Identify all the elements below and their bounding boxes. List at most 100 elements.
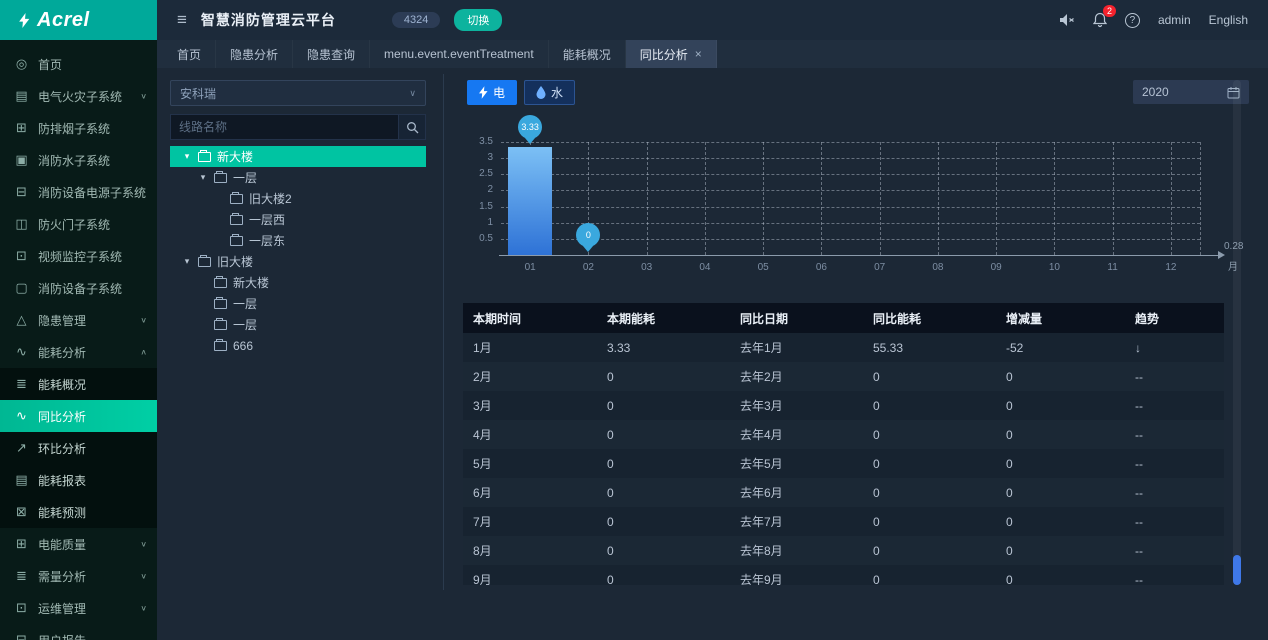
tab-item[interactable]: 隐患查询 [293,40,370,68]
sidebar-item[interactable]: ≣需量分析∨ [0,560,157,592]
search-button[interactable] [398,114,426,140]
y-axis-label: 2.5 [455,168,493,179]
volume-mute-icon[interactable] [1059,13,1075,27]
tab-item[interactable]: 首页 [163,40,216,68]
project-count-badge: 4324 [392,12,440,28]
app-title: 智慧消防管理云平台 [201,10,336,30]
tree-node[interactable]: 666 [170,335,426,356]
line-search-input[interactable] [170,114,398,140]
menu-item-label: 消防设备电源子系统 [38,184,147,201]
folder-icon [214,320,227,330]
y-axis-label: 3.5 [455,136,493,147]
table-row[interactable]: 5月0去年5月00-- [463,449,1224,478]
tree-node[interactable]: 新大楼 [170,272,426,293]
sidebar-item[interactable]: ▤电气火灾子系统∨ [0,80,157,112]
org-select[interactable]: 安科瑞 ∨ [170,80,426,106]
sidebar-item[interactable]: ⊞防排烟子系统 [0,112,157,144]
menu-item-icon: ⊟ [14,632,29,640]
table-cell: 0 [996,399,1125,413]
sidebar-item[interactable]: ∿能耗分析∧ [0,336,157,368]
water-toggle-button[interactable]: 水 [524,80,575,105]
sidebar-item[interactable]: ⊡运维管理∨ [0,592,157,624]
menu-item-label: 能耗预测 [38,504,157,521]
help-icon[interactable]: ? [1125,13,1140,28]
table-row[interactable]: 9月0去年9月00-- [463,565,1224,585]
electric-toggle-label: 电 [493,84,505,101]
table-row[interactable]: 6月0去年6月00-- [463,478,1224,507]
chart-toolbar: 电 水 2020 [455,80,1255,105]
sidebar-item[interactable]: ⊟用户报告 [0,624,157,640]
table-cell: 0 [996,573,1125,586]
table-row[interactable]: 4月0去年4月00-- [463,420,1224,449]
table-cell: 去年7月 [730,513,863,530]
vertical-scrollbar[interactable] [1233,80,1241,585]
chevron-down-icon: ∨ [140,571,147,580]
user-menu[interactable]: admin [1158,13,1191,27]
sidebar-item[interactable]: ▢消防设备子系统 [0,272,157,304]
tab-item[interactable]: 隐患分析 [216,40,293,68]
tree-node[interactable]: ▾一层 [170,167,426,188]
sidebar-item[interactable]: ⊟ 消防设备电源子系统 [0,176,157,208]
folder-icon [230,215,243,225]
sidebar-subitem[interactable]: ∿同比分析 [0,400,157,432]
table-row[interactable]: 3月0去年3月00-- [463,391,1224,420]
sidebar-item[interactable]: ◫防火门子系统 [0,208,157,240]
table-row[interactable]: 7月0去年7月00-- [463,507,1224,536]
sidebar-item[interactable]: ▣消防水子系统 [0,144,157,176]
table-cell: 3.33 [597,341,730,355]
chevron-down-icon: ∨ [409,88,416,99]
sidebar-item[interactable]: ⊡视频监控子系统 [0,240,157,272]
sidebar-subitem[interactable]: ↗环比分析 [0,432,157,464]
year-picker[interactable]: 2020 [1133,80,1249,104]
tree-node[interactable]: ▾新大楼 [170,146,426,167]
v-gridline [705,142,706,255]
collapse-menu-icon[interactable]: ≡ [177,10,187,30]
switch-button[interactable]: 切换 [454,9,502,31]
sidebar-item[interactable]: ◎首页 [0,48,157,80]
menu-item-label: 能耗概况 [38,376,157,393]
menu-item-icon: ⊟ [14,184,29,200]
scrollbar-thumb[interactable] [1233,555,1241,585]
sidebar-subitem[interactable]: ≣能耗概况 [0,368,157,400]
tree-node[interactable]: 一层东 [170,230,426,251]
language-switch[interactable]: English [1209,13,1248,27]
menu-item-label: 隐患管理 [38,312,131,329]
sidebar-item[interactable]: ⊞电能质量∨ [0,528,157,560]
logo-text: Acrel [37,9,90,32]
sidebar-item[interactable]: △隐患管理∨ [0,304,157,336]
tree-node[interactable]: 旧大楼2 [170,188,426,209]
sidebar-subitem[interactable]: ⊠ 能耗预测 [0,496,157,528]
x-axis-label: 05 [758,262,769,273]
table-row[interactable]: 2月0去年2月00-- [463,362,1224,391]
tab-close-icon[interactable]: × [695,47,702,61]
x-axis-label: 10 [1049,262,1060,273]
table-row[interactable]: 8月0去年8月00-- [463,536,1224,565]
tab-item[interactable]: 同比分析× [626,40,717,68]
menu-item-icon: ⊠ [14,504,29,520]
table-cell: 去年9月 [730,571,863,585]
folder-open-icon [214,173,227,183]
tab-item[interactable]: 能耗概况 [549,40,626,68]
table-cell: 去年6月 [730,484,863,501]
table-row[interactable]: 1月3.33去年1月55.33-52↓ [463,333,1224,362]
chevron-down-icon: ∨ [140,91,147,100]
tab-label: 能耗概况 [563,46,611,63]
tab-item[interactable]: menu.event.eventTreatment [370,40,549,68]
tree-node[interactable]: 一层西 [170,209,426,230]
menu-item-label: 消防水子系统 [38,152,147,169]
tree-node[interactable]: 一层 [170,293,426,314]
table-cell: -52 [996,341,1125,355]
electric-toggle-button[interactable]: 电 [467,80,517,105]
v-gridline [880,142,881,255]
tree-node[interactable]: ▾旧大楼 [170,251,426,272]
chart-bar[interactable] [508,147,552,255]
notification-bell-icon[interactable]: 2 [1093,12,1107,28]
x-axis-label: 01 [525,262,536,273]
column-header: 本期时间 [463,310,597,327]
tab-bar: 首页隐患分析隐患查询menu.event.eventTreatment 能耗概况同… [157,40,1268,68]
sidebar-subitem[interactable]: ▤能耗报表 [0,464,157,496]
tree-node[interactable]: 一层 [170,314,426,335]
tab-label: 隐患分析 [230,46,278,63]
y-axis-label: 3 [455,152,493,163]
top-header: ≡ 智慧消防管理云平台 4324 切换 2 ? admin English [157,0,1268,40]
